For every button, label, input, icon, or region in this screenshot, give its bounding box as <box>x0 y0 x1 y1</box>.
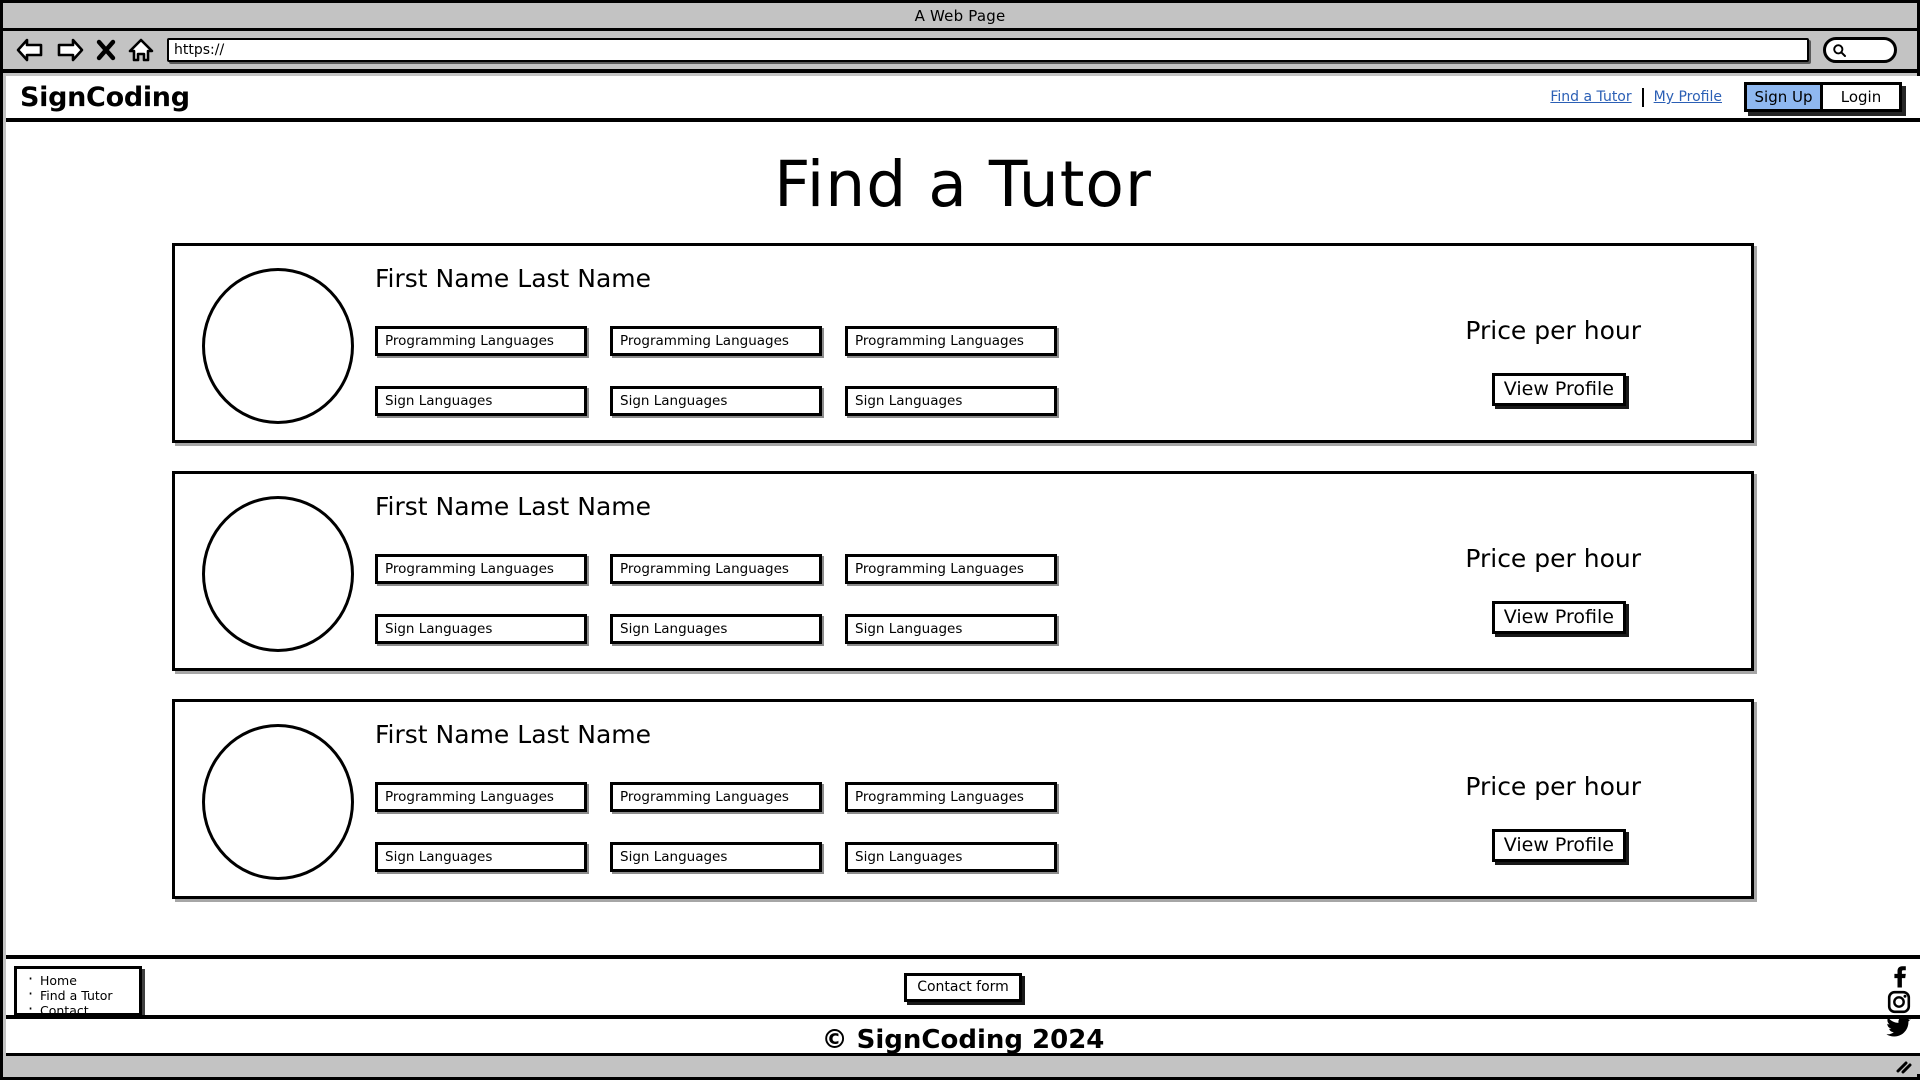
avatar <box>202 724 354 880</box>
tutor-card-list: First Name Last Name Programming Languag… <box>6 243 1920 899</box>
programming-language-tag[interactable]: Programming Languages <box>845 554 1057 584</box>
price-per-hour: Price per hour <box>1465 316 1641 345</box>
login-button[interactable]: Login <box>1823 85 1899 109</box>
programming-language-tag[interactable]: Programming Languages <box>375 782 587 812</box>
home-icon[interactable] <box>127 37 155 64</box>
sign-language-tag[interactable]: Sign Languages <box>610 614 822 644</box>
view-profile-button[interactable]: View Profile <box>1491 373 1626 406</box>
price-per-hour: Price per hour <box>1465 544 1641 573</box>
browser-navbar: https:// <box>3 31 1917 73</box>
sign-language-tag[interactable]: Sign Languages <box>375 386 587 416</box>
facebook-icon[interactable] <box>1886 962 1912 988</box>
tutor-name: First Name Last Name <box>375 720 652 749</box>
browser-search-box[interactable] <box>1823 37 1897 63</box>
programming-language-tag[interactable]: Programming Languages <box>610 326 822 356</box>
footer-link-home[interactable]: Home <box>26 972 139 988</box>
nav-link-my-profile[interactable]: My Profile <box>1644 89 1732 105</box>
window-title: A Web Page <box>914 6 1006 25</box>
nav-link-find-a-tutor[interactable]: Find a Tutor <box>1540 89 1641 105</box>
url-bar[interactable]: https:// <box>167 38 1809 62</box>
tutor-name: First Name Last Name <box>375 492 652 521</box>
browser-titlebar: A Web Page <box>3 3 1917 31</box>
programming-language-tag[interactable]: Programming Languages <box>610 554 822 584</box>
sign-language-tag[interactable]: Sign Languages <box>845 614 1057 644</box>
sign-language-tag[interactable]: Sign Languages <box>610 842 822 872</box>
view-profile-button[interactable]: View Profile <box>1491 601 1626 634</box>
avatar <box>202 496 354 652</box>
site-logo[interactable]: SignCoding <box>20 82 190 113</box>
tutor-tags: Programming Languages Programming Langua… <box>375 326 1057 416</box>
programming-language-tag[interactable]: Programming Languages <box>845 326 1057 356</box>
social-links <box>1886 962 1912 1038</box>
browser-window: A Web Page https:// SignCoding Find a Tu… <box>0 0 1920 1080</box>
tutor-name: First Name Last Name <box>375 264 652 293</box>
site-header: SignCoding Find a Tutor My Profile Sign … <box>6 76 1920 122</box>
footer-link-contact[interactable]: Contact <box>26 1002 139 1018</box>
programming-language-tag[interactable]: Programming Languages <box>845 782 1057 812</box>
close-x-icon[interactable] <box>95 37 117 63</box>
tutor-card[interactable]: First Name Last Name Programming Languag… <box>172 471 1754 671</box>
resize-grip-icon[interactable] <box>1895 1059 1913 1078</box>
browser-nav-icons <box>15 37 155 64</box>
tutor-card[interactable]: First Name Last Name Programming Languag… <box>172 243 1754 443</box>
tutor-tags: Programming Languages Programming Langua… <box>375 554 1057 644</box>
search-icon <box>1832 43 1847 58</box>
forward-arrow-icon[interactable] <box>55 37 85 63</box>
footer-nav-list: Home Find a Tutor Contact <box>14 966 142 1018</box>
sign-language-tag[interactable]: Sign Languages <box>845 842 1057 872</box>
main-content: Find a Tutor First Name Last Name Progra… <box>6 122 1920 955</box>
price-per-hour: Price per hour <box>1465 772 1641 801</box>
contact-form-button[interactable]: Contact form <box>904 972 1022 1002</box>
url-text: https:// <box>174 42 225 58</box>
browser-status-bar <box>6 1053 1920 1074</box>
instagram-icon[interactable] <box>1886 989 1912 1015</box>
sign-language-tag[interactable]: Sign Languages <box>610 386 822 416</box>
sign-language-tag[interactable]: Sign Languages <box>375 614 587 644</box>
footer-link-find-a-tutor[interactable]: Find a Tutor <box>26 987 139 1003</box>
sign-language-tag[interactable]: Sign Languages <box>845 386 1057 416</box>
page-viewport: SignCoding Find a Tutor My Profile Sign … <box>6 76 1920 1066</box>
sign-up-button[interactable]: Sign Up <box>1747 85 1823 109</box>
view-profile-button[interactable]: View Profile <box>1491 829 1626 862</box>
page-title: Find a Tutor <box>774 148 1152 221</box>
header-nav: Find a Tutor My Profile Sign Up Login <box>1540 82 1902 112</box>
programming-language-tag[interactable]: Programming Languages <box>375 554 587 584</box>
twitter-icon[interactable] <box>1886 1016 1912 1038</box>
avatar <box>202 268 354 424</box>
site-footer: Home Find a Tutor Contact Contact form <box>6 955 1920 1037</box>
auth-button-group: Sign Up Login <box>1744 82 1902 112</box>
programming-language-tag[interactable]: Programming Languages <box>610 782 822 812</box>
back-arrow-icon[interactable] <box>15 37 45 63</box>
tutor-tags: Programming Languages Programming Langua… <box>375 782 1057 872</box>
sign-language-tag[interactable]: Sign Languages <box>375 842 587 872</box>
programming-language-tag[interactable]: Programming Languages <box>375 326 587 356</box>
tutor-card[interactable]: First Name Last Name Programming Languag… <box>172 699 1754 899</box>
